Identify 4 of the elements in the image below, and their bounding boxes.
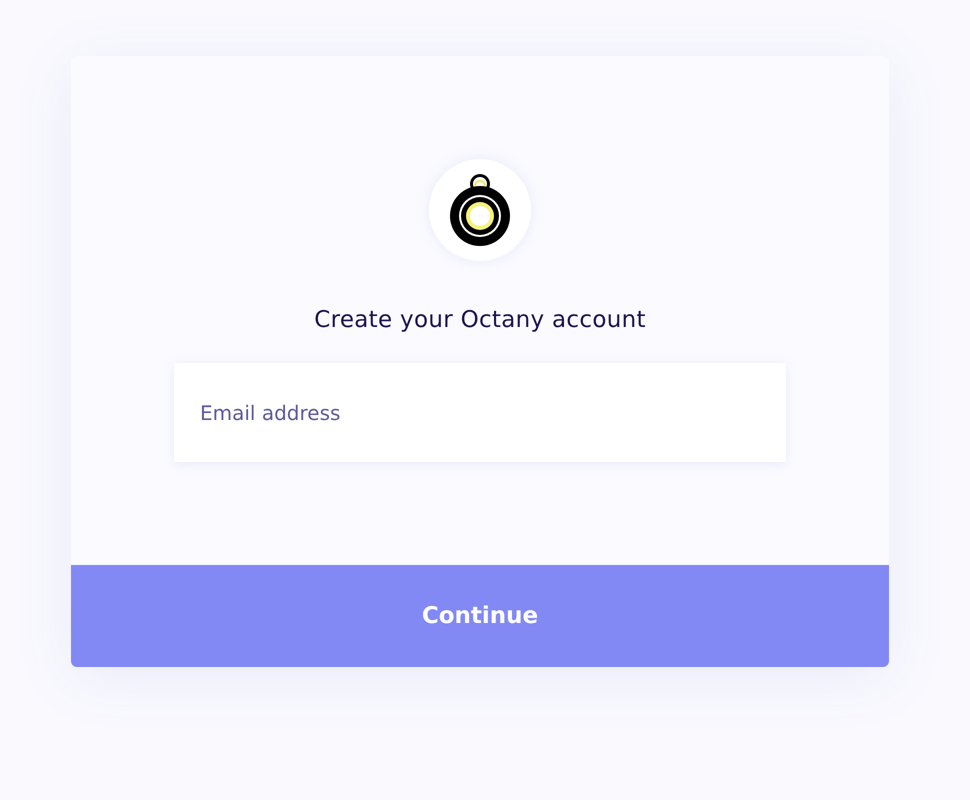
continue-button[interactable]: Continue <box>71 565 889 667</box>
email-field[interactable]: Email address <box>174 363 786 462</box>
logo-icon <box>448 172 512 248</box>
signup-heading: Create your Octany account <box>314 307 646 333</box>
